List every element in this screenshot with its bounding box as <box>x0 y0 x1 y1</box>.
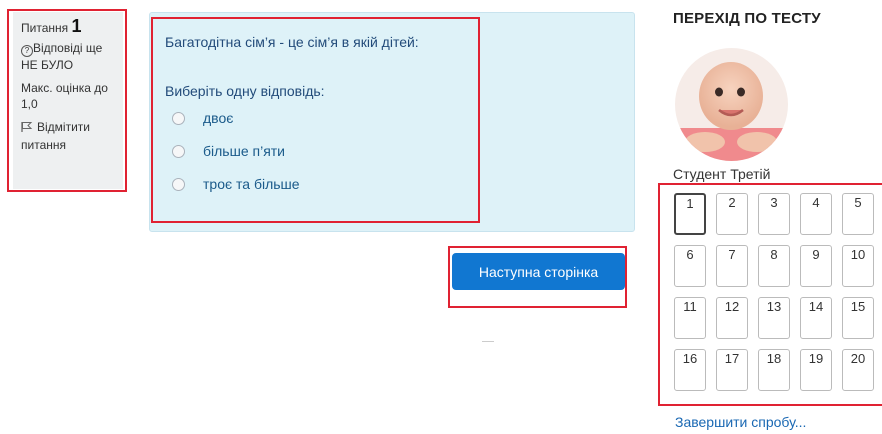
nav-button-11[interactable]: 11 <box>674 297 706 339</box>
nav-button-20[interactable]: 20 <box>842 349 874 391</box>
nav-button-12[interactable]: 12 <box>716 297 748 339</box>
nav-button-10[interactable]: 10 <box>842 245 874 287</box>
answer-status: ? Відповіді ще НЕ БУЛО <box>21 40 115 73</box>
quiz-navigation-title: ПЕРЕХІД ПО ТЕСТУ <box>673 10 821 27</box>
radio-button[interactable] <box>172 177 185 191</box>
nav-button-19[interactable]: 19 <box>800 349 832 391</box>
flag-icon <box>21 121 33 137</box>
question-text: Багатодітна сім’я - це сім’я в якій діте… <box>165 34 419 50</box>
question-info-panel: Питання 1 ? Відповіді ще НЕ БУЛО Макс. оц… <box>13 12 123 189</box>
flag-question-link[interactable]: Відмітити питання <box>21 119 115 153</box>
radio-button[interactable] <box>172 111 185 125</box>
nav-button-18[interactable]: 18 <box>758 349 790 391</box>
answer-option[interactable]: двоє <box>172 110 233 126</box>
nav-button-16[interactable]: 16 <box>674 349 706 391</box>
nav-button-9[interactable]: 9 <box>800 245 832 287</box>
question-number-value: 1 <box>71 16 82 36</box>
user-name: Студент Третій <box>673 166 771 182</box>
nav-button-1[interactable]: 1 <box>674 193 706 235</box>
answer-option[interactable]: більше п’яти <box>172 143 285 159</box>
nav-button-2[interactable]: 2 <box>716 193 748 235</box>
answer-status-text: Відповіді ще НЕ БУЛО <box>21 41 103 72</box>
question-label: Питання <box>21 21 69 35</box>
nav-button-17[interactable]: 17 <box>716 349 748 391</box>
finish-attempt-link[interactable]: Завершити спробу... <box>675 414 806 430</box>
nav-button-14[interactable]: 14 <box>800 297 832 339</box>
answer-prompt: Виберіть одну відповідь: <box>165 83 325 99</box>
next-page-button[interactable]: Наступна сторінка <box>452 253 625 290</box>
max-grade: Макс. оцінка до 1,0 <box>21 81 108 111</box>
nav-button-8[interactable]: 8 <box>758 245 790 287</box>
answer-option-label[interactable]: більше п’яти <box>203 143 285 159</box>
answer-option-label[interactable]: двоє <box>203 110 233 126</box>
nav-button-5[interactable]: 5 <box>842 193 874 235</box>
nav-button-13[interactable]: 13 <box>758 297 790 339</box>
nav-button-7[interactable]: 7 <box>716 245 748 287</box>
divider <box>482 341 494 342</box>
avatar <box>675 48 788 161</box>
status-icon: ? <box>21 45 33 57</box>
nav-button-4[interactable]: 4 <box>800 193 832 235</box>
nav-button-15[interactable]: 15 <box>842 297 874 339</box>
question-number: Питання 1 <box>21 16 115 36</box>
radio-button[interactable] <box>172 144 185 158</box>
nav-button-3[interactable]: 3 <box>758 193 790 235</box>
nav-button-6[interactable]: 6 <box>674 245 706 287</box>
answer-option-label[interactable]: троє та більше <box>203 176 300 192</box>
answer-option[interactable]: троє та більше <box>172 176 300 192</box>
